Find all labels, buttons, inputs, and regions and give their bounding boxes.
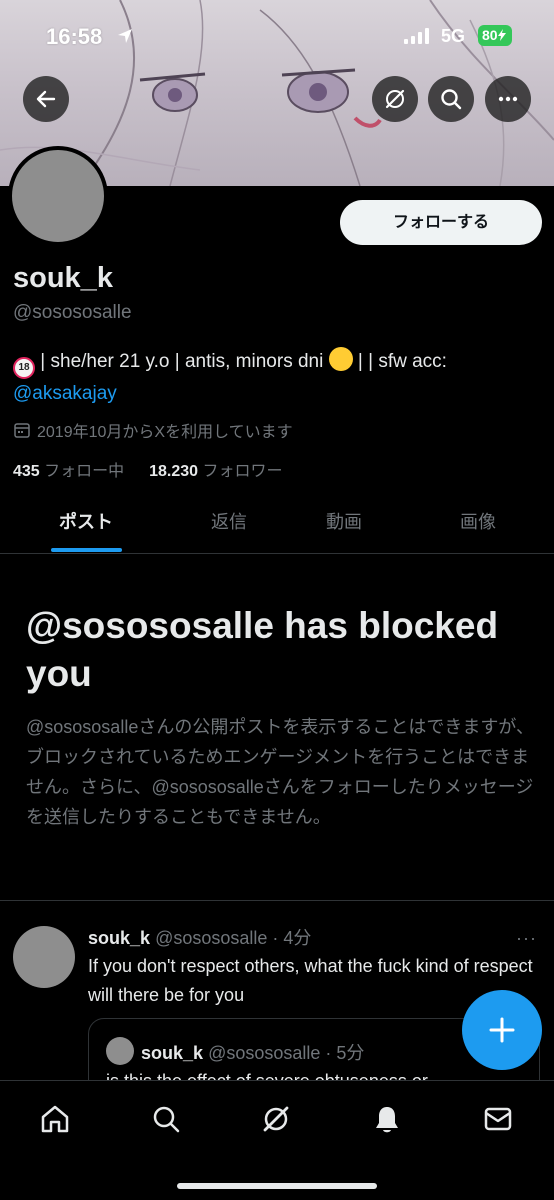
search-button[interactable] [428, 76, 474, 122]
quote-avatar [106, 1037, 134, 1065]
followers-link[interactable]: 18.230 フォロワー [149, 463, 282, 480]
more-icon [498, 96, 518, 102]
bio-text-1: | she/her 21 y.o | antis, minors dni [40, 351, 324, 372]
nav-notifications[interactable] [369, 1101, 405, 1137]
notifications-icon [376, 1107, 398, 1133]
location-arrow-icon [118, 29, 132, 43]
followers-label: フォロワー [202, 463, 283, 480]
battery-indicator: 80 [478, 25, 512, 46]
bio-mention-link[interactable]: @aksakajay [13, 383, 117, 404]
back-arrow-icon [36, 90, 56, 108]
follow-button[interactable]: フォローする [340, 200, 542, 245]
status-bar: 16:58 5G 80 [0, 0, 554, 70]
follow-counts: 435 フォロー中 18.230 フォロワー [13, 457, 282, 481]
join-date: 2019年10月からXを利用しています [13, 418, 293, 442]
tab-media[interactable]: 画像 [428, 496, 528, 554]
blocked-description: @sosososalleさんの公開ポストを表示することはできますが、ブロックされ… [26, 717, 534, 827]
compose-post-button[interactable] [462, 990, 542, 1070]
following-label: フォロー中 [44, 463, 125, 480]
nav-home[interactable] [37, 1101, 73, 1137]
nav-grok[interactable] [258, 1101, 294, 1137]
messages-icon [484, 1107, 512, 1131]
post-meta: @sosososalle · 4分 [155, 928, 312, 948]
active-tab-indicator [51, 548, 122, 552]
profile-bio: 18 | she/her 21 y.o | antis, minors dni … [13, 347, 543, 409]
profile-tabs: ポスト 返信 動画 画像 [0, 496, 554, 554]
bio-text-2: | | sfw acc: [357, 351, 447, 372]
profile-avatar[interactable] [8, 146, 108, 246]
quote-meta: @sosososalle · 5分 [208, 1043, 365, 1063]
more-button[interactable] [485, 76, 531, 122]
section-divider [0, 900, 554, 901]
calendar-icon [14, 423, 30, 438]
plus-icon [489, 1017, 515, 1043]
display-name: souk_k [13, 262, 113, 294]
search-icon [153, 1106, 180, 1133]
bottom-nav [0, 1080, 554, 1200]
home-icon [41, 1105, 69, 1133]
quote-author-name: souk_k [141, 1043, 204, 1063]
quote-header: souk_k @sosososalle · 5分 [141, 1039, 364, 1065]
search-icon [441, 89, 462, 110]
post-author-name[interactable]: souk_k [88, 928, 150, 948]
tab-replies[interactable]: 返信 [179, 496, 279, 554]
network-type: 5G [441, 26, 466, 46]
status-time: 16:58 [46, 24, 103, 49]
nav-search[interactable] [148, 1101, 184, 1137]
user-handle: @sosososalle [13, 302, 132, 323]
post-avatar[interactable] [13, 926, 75, 988]
following-count: 435 [13, 463, 40, 480]
join-date-text: 2019年10月からXを利用しています [37, 424, 293, 441]
battery-level: 80 [482, 27, 498, 43]
tab-videos[interactable]: 動画 [294, 496, 394, 554]
nav-messages[interactable] [480, 1101, 516, 1137]
grok-icon [263, 1106, 289, 1132]
grok-icon [385, 89, 405, 109]
cellular-signal-icon [404, 28, 429, 44]
no-under-18-icon: 18 [13, 357, 35, 379]
grok-button[interactable] [372, 76, 418, 122]
hand-over-mouth-emoji-icon [328, 347, 353, 371]
tab-posts[interactable]: ポスト [36, 496, 136, 554]
post-header: souk_k @sosososalle · 4分 [88, 924, 311, 950]
followers-count: 18.230 [149, 463, 199, 480]
blocked-title: @sosososalle has blocked you [26, 605, 499, 694]
post-more-icon[interactable]: ··· [516, 928, 537, 949]
home-indicator[interactable] [177, 1183, 377, 1189]
back-button[interactable] [23, 76, 69, 122]
following-link[interactable]: 435 フォロー中 [13, 463, 124, 480]
charging-bolt-icon [497, 29, 506, 41]
